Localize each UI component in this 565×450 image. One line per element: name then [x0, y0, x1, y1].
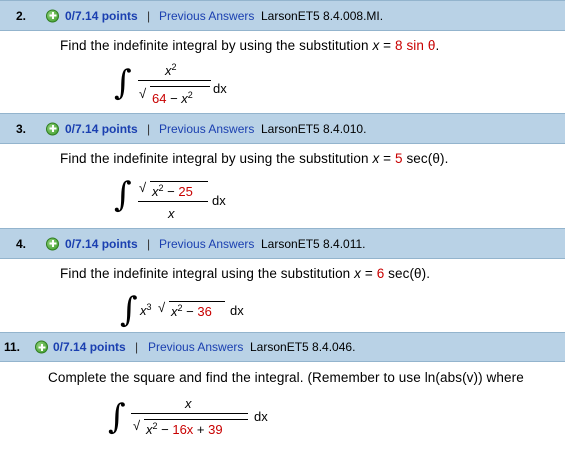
- question-prompt: Find the indefinite integral by using th…: [60, 151, 449, 166]
- radicand: x2 − 36: [171, 303, 212, 319]
- plus-icon[interactable]: [35, 340, 48, 354]
- question-header-3: 3. 0/7.14 points | Previous Answers Lars…: [0, 113, 565, 144]
- plus-icon[interactable]: [46, 237, 59, 250]
- radical-bar: [144, 419, 248, 420]
- separator: |: [147, 8, 151, 23]
- integral-sign: ∫: [120, 290, 138, 330]
- numerator: x2 − 25: [152, 183, 193, 199]
- question-number: 11.: [4, 340, 21, 354]
- integral-sign: ∫: [108, 397, 126, 437]
- question-reference: LarsonET5 8.4.046.: [250, 340, 356, 354]
- question-prompt: Find the indefinite integral by using th…: [60, 38, 440, 53]
- numerator: x2: [165, 62, 177, 78]
- score-link[interactable]: 0/7.14 points: [65, 9, 138, 23]
- radical-sign: √: [139, 86, 147, 101]
- radical-bar: [169, 301, 225, 302]
- previous-answers-link[interactable]: Previous Answers: [159, 122, 254, 136]
- question-prompt: Complete the square and find the integra…: [48, 370, 524, 385]
- previous-answers-link[interactable]: Previous Answers: [159, 9, 254, 23]
- plus-icon[interactable]: [46, 122, 59, 135]
- fraction-bar: [138, 80, 211, 81]
- question-number: 2.: [16, 8, 27, 23]
- score-link[interactable]: 0/7.14 points: [53, 340, 126, 354]
- dx-label: dx: [230, 303, 244, 318]
- fraction-bar: [138, 201, 208, 202]
- question-header-4: 4. 0/7.14 points | Previous Answers Lars…: [0, 228, 565, 259]
- previous-answers-link[interactable]: Previous Answers: [159, 237, 254, 251]
- separator: |: [147, 121, 151, 136]
- denominator: 64 − x2: [152, 90, 193, 106]
- question-number: 4.: [16, 236, 27, 251]
- plus-icon[interactable]: [46, 9, 59, 22]
- radical-bar: [150, 86, 210, 87]
- dx-label: dx: [254, 409, 268, 424]
- dx-label: dx: [213, 81, 227, 96]
- score-link[interactable]: 0/7.14 points: [65, 122, 138, 136]
- score-link[interactable]: 0/7.14 points: [65, 237, 138, 251]
- question-header-2: 2. 0/7.14 points | Previous Answers Lars…: [0, 0, 565, 31]
- integrand-lead: x3: [140, 302, 152, 318]
- integral-sign: ∫: [114, 175, 132, 215]
- radical-bar: [150, 181, 208, 182]
- denominator: x2 − 16x + 39: [146, 421, 223, 437]
- separator: |: [135, 340, 139, 354]
- radical-sign: √: [158, 300, 166, 315]
- separator: |: [147, 236, 151, 251]
- radical-sign: √: [139, 180, 147, 195]
- question-number: 3.: [16, 121, 27, 136]
- radical-sign: √: [133, 418, 141, 433]
- question-reference: LarsonET5 8.4.010.: [261, 121, 367, 136]
- question-reference: LarsonET5 8.4.011.: [261, 236, 366, 251]
- dx-label: dx: [212, 193, 226, 208]
- numerator: x: [185, 396, 192, 411]
- fraction-bar: [131, 413, 248, 414]
- question-prompt: Find the indefinite integral using the s…: [60, 266, 431, 281]
- question-reference: LarsonET5 8.4.008.MI.: [261, 8, 384, 23]
- integral-sign: ∫: [114, 63, 132, 103]
- previous-answers-link[interactable]: Previous Answers: [148, 340, 243, 354]
- question-header-11: 11. 0/7.14 points | Previous Answers Lar…: [0, 332, 565, 362]
- denominator: x: [168, 206, 175, 221]
